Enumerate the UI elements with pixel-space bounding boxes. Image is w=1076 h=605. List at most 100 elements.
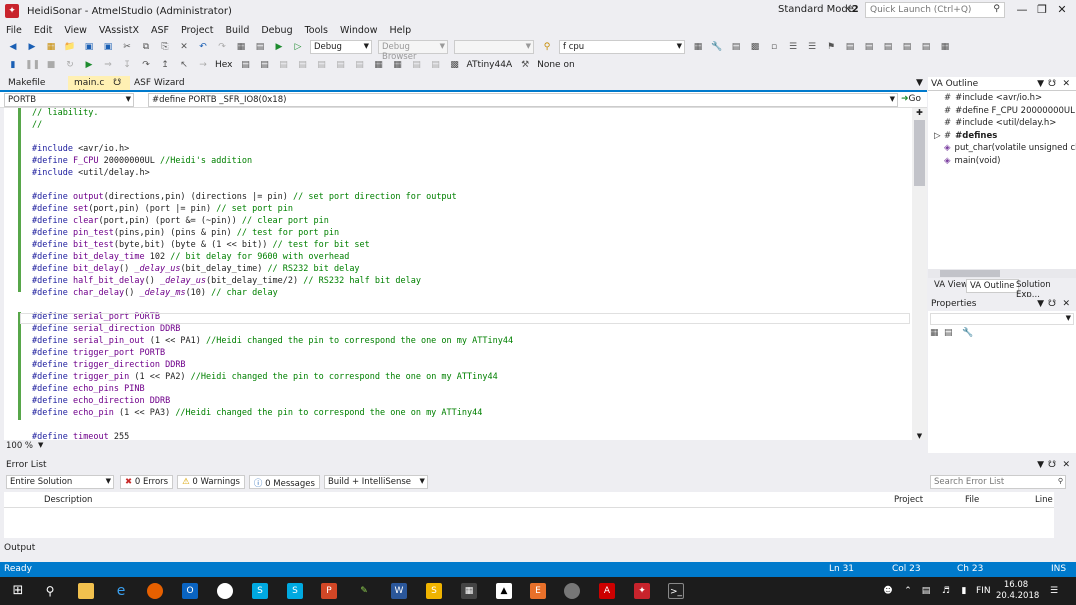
save-icon[interactable]: ▣ [82,41,96,53]
delete-icon[interactable]: ✕ [177,41,191,53]
paste-icon[interactable]: ⎘ [158,41,172,53]
tool-selector[interactable]: None on [537,60,575,70]
error-search-input[interactable]: Search Error List ⚲ [930,475,1066,489]
search-icon[interactable]: ⚲ [42,583,58,599]
chevron-down-icon[interactable]: ▼ [912,432,927,440]
column-file[interactable]: File [965,495,979,505]
menu-vassistx[interactable]: VAssistX [93,25,145,36]
pause-icon[interactable]: ❚❚ [25,59,40,71]
alphabetical-icon[interactable]: ▤ [944,328,953,338]
build-filter-select[interactable]: Build + IntelliSense ▼ [323,475,428,489]
wrench-icon[interactable]: 🔧 [710,41,724,53]
toolbar-icon-k[interactable]: ▤ [919,41,933,53]
continue-icon[interactable]: ▶ [82,59,96,71]
scroll-thumb[interactable] [914,120,925,186]
tab-overflow-dropdown[interactable]: ▼ [910,76,929,91]
outlook-icon[interactable]: O [182,583,198,599]
toolbar-icon-q[interactable]: ▤ [314,59,328,71]
messages-filter-button[interactable]: ⓘ 0 Messages [248,475,320,489]
properties-object-select[interactable]: ▼ [930,313,1074,325]
editor-vertical-scrollbar[interactable]: ✚ ▼ [912,108,927,440]
pencil-app-icon[interactable]: ✎ [356,583,372,599]
solution-icon[interactable]: ▦ [234,41,248,53]
toolbar-icon-i[interactable]: ▤ [881,41,895,53]
toolbar-icon-h[interactable]: ▤ [862,41,876,53]
scope-select[interactable]: PORTB ▼ [4,93,134,107]
column-project[interactable]: Project [894,495,923,505]
maximize-button[interactable]: ❐ [1032,3,1052,16]
close-icon[interactable]: ✕ [1062,460,1070,470]
skype-business-icon[interactable]: S [287,583,303,599]
menu-project[interactable]: Project [175,25,220,36]
chevron-down-icon[interactable]: ▼ [1037,460,1044,470]
notifications-icon[interactable]: ☰ [1046,583,1062,599]
va-outline-item[interactable]: ◈ main(void) [934,156,1000,166]
quick-launch-input[interactable]: Quick Launch (Ctrl+Q) ⚲ [865,2,1005,18]
filter-badge[interactable]: ☇2 [846,4,859,15]
word-icon[interactable]: W [391,583,407,599]
undo-icon[interactable]: ↶ [196,41,210,53]
toolbar-icon-f[interactable]: ☰ [805,41,819,53]
column-line[interactable]: Line [1035,495,1053,505]
close-icon[interactable]: ✕ [1062,299,1070,309]
menu-edit[interactable]: Edit [28,25,58,36]
tool-icon[interactable]: ⚒ [518,59,532,71]
split-icon[interactable]: ✚ [912,108,927,117]
toolbar-icon-o[interactable]: ▤ [276,59,290,71]
toolbar-icon-u[interactable]: ▦ [390,59,404,71]
powerpoint-icon[interactable]: P [321,583,337,599]
tab-output[interactable]: Output [0,540,1076,558]
chrome-icon[interactable] [217,583,233,599]
warnings-filter-button[interactable]: ⚠ 0 Warnings [177,475,245,489]
chevron-down-icon[interactable]: ▼ [38,441,43,449]
firefox-icon[interactable] [147,583,163,599]
toolbar-icon-l[interactable]: ▦ [938,41,952,53]
clock[interactable]: 16.08 20.4.2018 [996,580,1039,602]
platform-select[interactable]: ▼ [454,40,534,54]
eagle-icon[interactable]: E [530,583,546,599]
forward-icon[interactable]: ▶ [25,41,39,53]
property-pages-icon[interactable]: 🔧 [962,328,973,338]
edge-icon[interactable]: e [113,583,129,599]
chevron-up-icon[interactable]: ⌃ [900,583,916,599]
close-button[interactable]: ✕ [1052,3,1072,16]
toolbar-icon-n[interactable]: ▤ [257,59,271,71]
pin-icon[interactable]: ☋ [1048,460,1056,470]
chip-icon[interactable]: ▩ [447,59,461,71]
error-scope-select[interactable]: Entire Solution ▼ [6,475,114,489]
toolbar-icon-c[interactable]: ▩ [748,41,762,53]
start-debug-icon[interactable]: ▶ [272,41,286,53]
file-explorer-icon[interactable] [78,583,94,599]
menu-asf[interactable]: ASF [145,25,175,36]
start-icon[interactable]: ⊞ [10,583,26,599]
volume-icon[interactable]: ♬ [938,583,954,599]
toolbar-icon-p[interactable]: ▤ [295,59,309,71]
chevron-down-icon[interactable]: ▼ [1037,299,1044,309]
toolbar-icon-m[interactable]: ▤ [238,59,252,71]
build-icon[interactable]: ▤ [253,41,267,53]
step-into-icon[interactable]: ↧ [120,59,134,71]
close-icon[interactable]: ✕ [1062,79,1070,89]
menu-tools[interactable]: Tools [299,25,334,36]
tab-makefile[interactable]: Makefile [2,76,51,91]
open-file-icon[interactable]: 📁 [63,41,77,53]
errors-filter-button[interactable]: ✖ 0 Errors [120,475,174,489]
va-outline-item[interactable]: ▷ # #defines [934,131,997,141]
toolbar-icon-g[interactable]: ▤ [843,41,857,53]
pin-icon[interactable]: ☋ [1048,299,1056,309]
chevron-down-icon[interactable]: ▼ [1037,79,1044,89]
va-outline-item[interactable]: # #include <util/delay.h> [934,118,1056,128]
skype-icon[interactable]: S [252,583,268,599]
toolbar-icon-b[interactable]: ▤ [729,41,743,53]
device-programming-icon[interactable]: ▮ [6,59,20,71]
language-indicator[interactable]: FIN [976,586,991,596]
va-outline-item[interactable]: ◈ put_char(volatile unsigned char [934,143,1076,153]
find-input[interactable]: f cpu ▼ [559,40,685,54]
toolbar-icon-w[interactable]: ▤ [428,59,442,71]
menu-window[interactable]: Window [334,25,383,36]
toolbar-icon-s[interactable]: ▤ [352,59,366,71]
pin-icon[interactable]: ☋ [113,78,121,88]
tab-va-outline[interactable]: VA Outline [966,279,1019,293]
cut-icon[interactable]: ✂ [120,41,134,53]
cursor-icon[interactable]: ↖ [177,59,191,71]
